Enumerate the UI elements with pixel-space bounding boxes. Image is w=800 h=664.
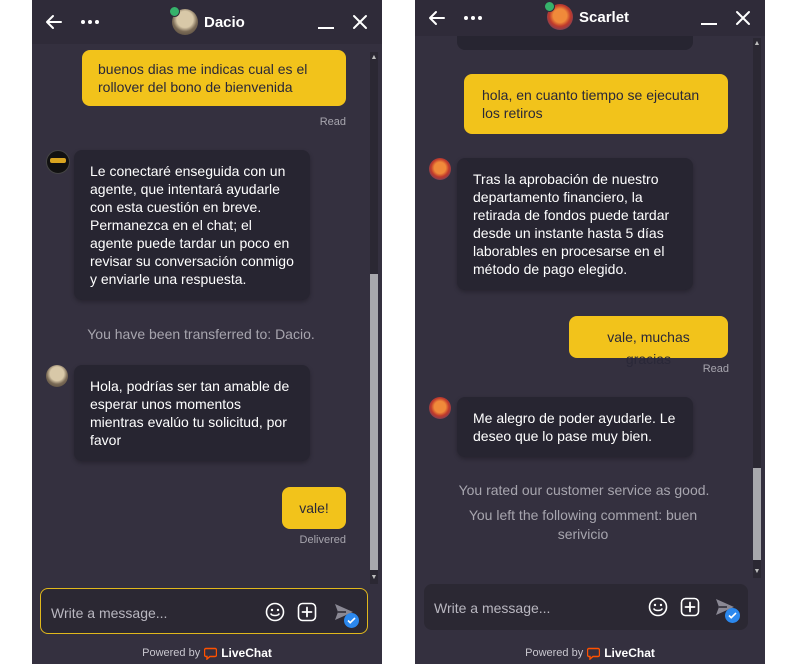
visitor-message: hola, en cuanto tiempo se ejecutan los r…: [464, 74, 728, 134]
agent-message: Me alegro de poder ayudarle. Le deseo qu…: [457, 397, 693, 457]
arrow-left-icon: [429, 11, 445, 25]
scrollbar-thumb[interactable]: [370, 274, 378, 570]
agent-avatar: [429, 397, 451, 419]
more-button[interactable]: [78, 10, 102, 34]
minimize-icon: [701, 23, 717, 25]
emoji-icon: [265, 602, 285, 622]
emoji-button[interactable]: [648, 597, 668, 617]
agent-identity: Dacio: [169, 6, 245, 36]
livechat-link[interactable]: LiveChat: [604, 646, 655, 660]
agent-message-partial: [457, 36, 693, 50]
close-icon: [736, 11, 750, 25]
visitor-message: buenos dias me indicas cual es el rollov…: [82, 50, 346, 106]
scrollbar-thumb[interactable]: [753, 468, 761, 560]
plus-square-icon: [680, 597, 700, 617]
minimize-button[interactable]: [314, 10, 338, 34]
agent-avatar: [429, 158, 451, 180]
more-icon: [81, 20, 99, 24]
message-composer: [40, 588, 368, 634]
scroll-up-icon[interactable]: ▲: [753, 40, 761, 48]
visitor-message: vale, muchas gracias: [569, 316, 728, 367]
minimize-button[interactable]: [697, 6, 721, 30]
close-icon: [353, 15, 367, 29]
bot-avatar: [46, 150, 70, 174]
arrow-left-icon: [46, 15, 62, 29]
message-input[interactable]: [51, 603, 241, 623]
agent-avatar: [169, 6, 198, 35]
powered-by-label: Powered by: [525, 647, 584, 659]
powered-by: Powered by LiveChat: [32, 646, 382, 660]
plus-square-icon: [297, 602, 317, 622]
attach-button[interactable]: [297, 602, 317, 622]
chat-header: Dacio: [32, 0, 382, 44]
system-message: You rated our customer service as good.: [458, 482, 710, 498]
message-status: Read: [319, 116, 346, 128]
agent-name: Scarlet: [579, 8, 630, 26]
message-composer: [424, 584, 748, 630]
agent-name: Dacio: [204, 13, 245, 31]
more-button[interactable]: [461, 6, 485, 30]
more-icon: [464, 16, 482, 20]
back-button[interactable]: [42, 10, 66, 34]
attach-button[interactable]: [680, 597, 700, 617]
message-input[interactable]: [434, 598, 624, 618]
scrollbar[interactable]: ▲ ▼: [753, 38, 761, 578]
agent-avatar: [544, 1, 573, 30]
agent-avatar: [46, 365, 68, 387]
chat-window-right: Scarlet hola, en cuanto tiempo se ejecut…: [415, 0, 765, 664]
visitor-message: vale!: [282, 487, 346, 529]
online-status-dot: [169, 6, 180, 17]
check-icon: [344, 613, 359, 628]
livechat-link[interactable]: LiveChat: [221, 646, 272, 660]
livechat-logo-icon: [587, 647, 601, 660]
online-status-dot: [544, 1, 555, 12]
check-icon: [725, 608, 740, 623]
scroll-down-icon[interactable]: ▼: [370, 574, 378, 582]
agent-identity: Scarlet: [544, 1, 630, 31]
livechat-logo-icon: [204, 647, 218, 660]
chat-window-left: Dacio buenos dias me indicas cual es el …: [32, 0, 382, 664]
minimize-icon: [318, 27, 334, 29]
scrollbar[interactable]: ▲ ▼: [370, 52, 378, 584]
emoji-button[interactable]: [265, 602, 285, 622]
close-button[interactable]: [731, 6, 755, 30]
close-button[interactable]: [348, 10, 372, 34]
powered-by: Powered by LiveChat: [415, 646, 765, 660]
agent-message: Tras la aprobación de nuestro departamen…: [457, 158, 693, 290]
message-status: Delivered: [299, 534, 346, 546]
chat-header: Scarlet: [415, 0, 765, 36]
agent-message: Le conectaré enseguida con un agente, qu…: [74, 150, 310, 300]
scroll-down-icon[interactable]: ▼: [753, 568, 761, 576]
emoji-icon: [648, 597, 668, 617]
powered-by-label: Powered by: [142, 647, 201, 659]
scroll-up-icon[interactable]: ▲: [370, 54, 378, 62]
system-message: You have been transferred to: Dacio.: [87, 326, 315, 342]
message-status: Read: [702, 363, 729, 375]
back-button[interactable]: [425, 6, 449, 30]
agent-message: Hola, podrías ser tan amable de esperar …: [74, 365, 310, 461]
system-message: You left the following comment: buen ser…: [468, 507, 698, 542]
